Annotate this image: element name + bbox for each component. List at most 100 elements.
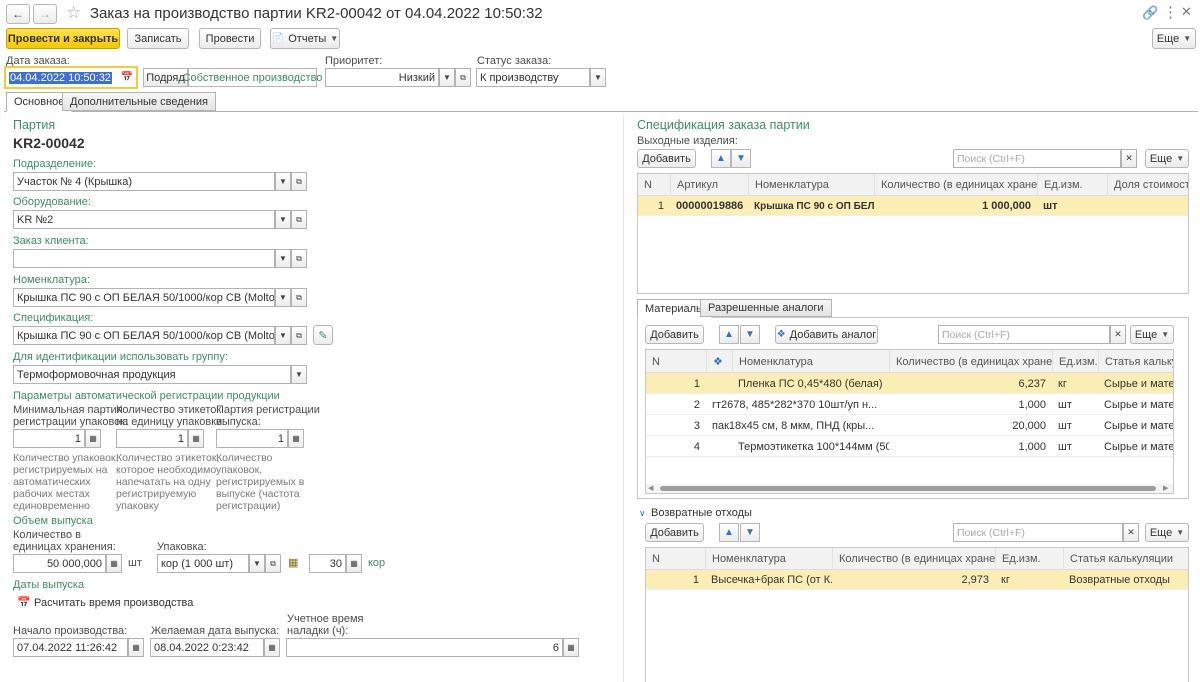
- column-header[interactable]: N: [638, 174, 668, 196]
- pack-count-input[interactable]: 30: [309, 554, 346, 573]
- favorite-star-icon[interactable]: ☆: [66, 4, 81, 22]
- chevron-down-icon[interactable]: ▼: [275, 172, 291, 191]
- calendar-icon[interactable]: ▦: [264, 638, 280, 657]
- calendar-icon[interactable]: 📅: [119, 68, 135, 87]
- division-select[interactable]: Участок № 4 (Крышка): [13, 172, 275, 191]
- calculator-icon[interactable]: ▦: [85, 429, 101, 448]
- equipment-select[interactable]: KR №2: [13, 210, 275, 229]
- order-status-select[interactable]: К производству: [476, 68, 590, 87]
- materials-more-button[interactable]: Еще ▼: [1130, 325, 1174, 344]
- open-icon[interactable]: ⧉: [455, 68, 471, 87]
- column-header[interactable]: Ед.изм.: [1037, 174, 1107, 196]
- move-down-icon[interactable]: ▼: [740, 523, 760, 542]
- column-header[interactable]: Количество (в единицах хранения): [889, 350, 1052, 373]
- move-down-icon[interactable]: ▼: [731, 149, 751, 168]
- column-header[interactable]: Артикул: [670, 174, 748, 196]
- calculator-icon[interactable]: ▦: [188, 429, 204, 448]
- save-button[interactable]: Записать: [127, 28, 189, 49]
- clear-icon[interactable]: ✕: [1123, 523, 1139, 542]
- column-header[interactable]: Номенклатура: [748, 174, 874, 196]
- open-icon[interactable]: ⧉: [291, 288, 307, 307]
- qty-input[interactable]: 50 000,000: [13, 554, 106, 573]
- materials-add-button[interactable]: Добавить: [645, 325, 704, 344]
- spec-edit-icon[interactable]: ✎: [313, 325, 333, 345]
- chevron-down-icon[interactable]: ▼: [275, 210, 291, 229]
- column-header[interactable]: Статья калькуляции: [1063, 548, 1188, 570]
- open-icon[interactable]: ⧉: [291, 249, 307, 268]
- materials-search-input[interactable]: Поиск (Ctrl+F): [938, 325, 1110, 344]
- calculator-icon[interactable]: ▦: [106, 554, 122, 573]
- outputs-search-input[interactable]: Поиск (Ctrl+F): [953, 149, 1121, 168]
- nomenclature-select[interactable]: Крышка ПС 90 с ОП БЕЛАЯ 50/1000/кор СВ (…: [13, 288, 275, 307]
- priority-select[interactable]: Низкий: [325, 68, 439, 87]
- column-header[interactable]: Количество (в единицах хранения): [832, 548, 995, 570]
- calendar-icon[interactable]: ▦: [128, 638, 144, 657]
- scrollbar-thumb[interactable]: [660, 486, 1156, 491]
- close-icon[interactable]: ✕: [1181, 4, 1192, 20]
- calc-time-link[interactable]: Расчитать время производства: [34, 597, 193, 609]
- open-icon[interactable]: ⧉: [291, 210, 307, 229]
- back-button[interactable]: ←: [6, 4, 30, 24]
- chevron-down-icon[interactable]: ▼: [275, 288, 291, 307]
- add-analog-button[interactable]: ❖ Добавить аналог: [775, 325, 878, 344]
- labels-count-input[interactable]: 1: [116, 429, 188, 448]
- own-production-button[interactable]: Собственное производство: [183, 68, 322, 87]
- horizontal-scrollbar[interactable]: ◀ ▶: [646, 484, 1173, 493]
- table-row[interactable]: 4 Термоэтикетка 100*144мм (500... 1,000 …: [646, 436, 1173, 457]
- column-header[interactable]: N: [646, 350, 706, 373]
- specification-select[interactable]: Крышка ПС 90 с ОП БЕЛАЯ 50/1000/кор СВ (…: [13, 326, 275, 345]
- start-production-input[interactable]: 07.04.2022 11:26:42: [13, 638, 128, 657]
- order-date-input[interactable]: 04.04.2022 10:50:32: [6, 68, 119, 87]
- return-waste-title[interactable]: Возвратные отходы: [651, 507, 752, 519]
- link-icon[interactable]: 🔗: [1142, 5, 1158, 21]
- column-header[interactable]: Доля стоимости: [1107, 174, 1188, 196]
- min-batch-input[interactable]: 1: [13, 429, 85, 448]
- reports-button[interactable]: 📄 Отчеты ▼: [270, 28, 340, 49]
- calculator-icon[interactable]: ▦: [563, 638, 579, 657]
- outputs-add-button[interactable]: Добавить: [637, 149, 696, 168]
- contract-button[interactable]: Подряд: [143, 68, 188, 87]
- waste-add-button[interactable]: Добавить: [645, 523, 704, 542]
- kebab-menu-icon[interactable]: ⋮: [1163, 3, 1178, 21]
- waste-search-input[interactable]: Поиск (Ctrl+F): [953, 523, 1123, 542]
- scroll-left-icon[interactable]: ◀: [648, 484, 653, 492]
- chevron-down-icon[interactable]: ▼: [439, 68, 455, 87]
- table-row[interactable]: 1 00000019886 Крышка ПС 90 с ОП БЕЛ... 1…: [638, 196, 1188, 216]
- move-up-icon[interactable]: ▲: [719, 523, 739, 542]
- chevron-down-icon[interactable]: ▼: [275, 249, 291, 268]
- table-row[interactable]: 2 гт2678, 485*282*370 10шт/уп н... 1,000…: [646, 394, 1173, 415]
- clear-icon[interactable]: ✕: [1121, 149, 1137, 168]
- chevron-down-icon[interactable]: ▼: [291, 365, 307, 384]
- desired-date-input[interactable]: 08.04.2022 0:23:42: [150, 638, 264, 657]
- tab-additional-info[interactable]: Дополнительные сведения: [62, 92, 216, 111]
- column-header[interactable]: N: [646, 548, 703, 570]
- move-up-icon[interactable]: ▲: [711, 149, 731, 168]
- client-order-select[interactable]: [13, 249, 275, 268]
- open-icon[interactable]: ⧉: [265, 554, 281, 573]
- calculator-icon[interactable]: ▦: [288, 429, 304, 448]
- column-header[interactable]: Количество (в единицах хранения): [874, 174, 1037, 196]
- collapse-chevron-icon[interactable]: ∨: [639, 508, 646, 519]
- open-icon[interactable]: ⧉: [291, 172, 307, 191]
- column-header[interactable]: Ед.изм.: [1052, 350, 1098, 373]
- pack-select[interactable]: кор (1 000 шт): [157, 554, 249, 573]
- waste-more-button[interactable]: Еще ▼: [1145, 523, 1189, 542]
- ident-group-select[interactable]: Термоформовочная продукция: [13, 365, 291, 384]
- forward-button[interactable]: →: [33, 4, 57, 24]
- chevron-down-icon[interactable]: ▼: [249, 554, 265, 573]
- tab-allowed-analogs[interactable]: Разрешенные аналоги: [700, 299, 832, 317]
- calc-time-icon[interactable]: 📅: [17, 596, 31, 609]
- calculator-icon[interactable]: ▦: [346, 554, 362, 573]
- scroll-right-icon[interactable]: ▶: [1163, 484, 1168, 492]
- more-button[interactable]: Еще ▼: [1152, 28, 1196, 49]
- outputs-more-button[interactable]: Еще ▼: [1145, 149, 1189, 168]
- open-icon[interactable]: ⧉: [291, 326, 307, 345]
- chevron-down-icon[interactable]: ▼: [275, 326, 291, 345]
- move-down-icon[interactable]: ▼: [740, 325, 760, 344]
- column-header[interactable]: Номенклатура: [732, 350, 889, 373]
- chevron-down-icon[interactable]: ▼: [590, 68, 606, 87]
- move-up-icon[interactable]: ▲: [719, 325, 739, 344]
- setup-time-input[interactable]: 6: [286, 638, 563, 657]
- post-button[interactable]: Провести: [199, 28, 261, 49]
- clear-icon[interactable]: ✕: [1110, 325, 1126, 344]
